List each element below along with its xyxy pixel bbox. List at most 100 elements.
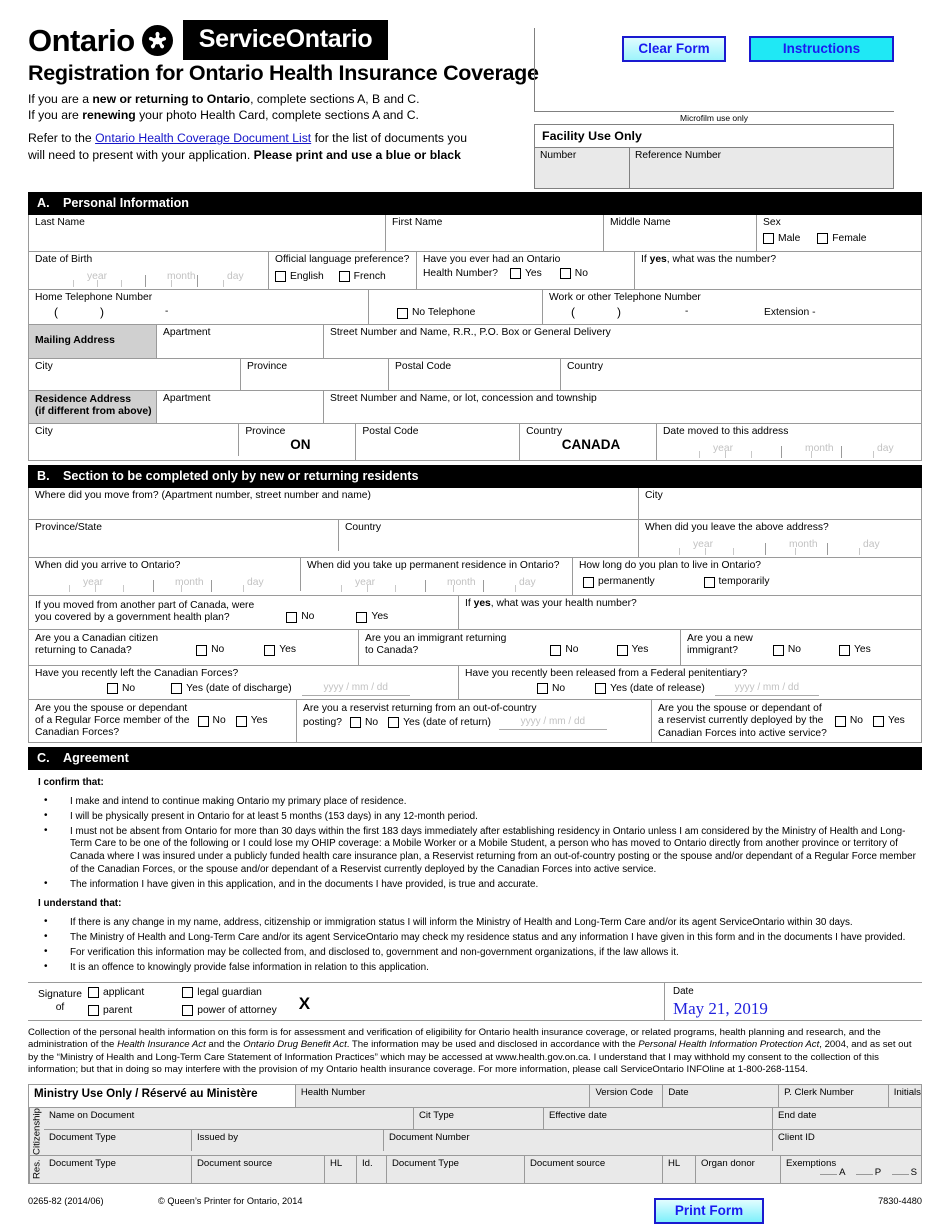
client-id-field[interactable]: Client ID — [773, 1130, 921, 1151]
new-immigrant-no-checkbox[interactable] — [772, 645, 784, 657]
english-checkbox[interactable] — [275, 271, 286, 283]
reservist-yes-option[interactable]: Yes (date of return) — [388, 717, 491, 730]
date-of-birth-field[interactable]: Date of Birth year month day — [29, 252, 269, 289]
clear-form-button[interactable]: Clear Form — [622, 36, 726, 62]
ministry-clerk-number[interactable]: P. Clerk Number — [779, 1085, 889, 1108]
spouse-reservist-no-checkbox[interactable] — [834, 715, 846, 727]
first-name-field[interactable]: First Name — [386, 215, 604, 251]
ministry-date[interactable]: Date — [663, 1085, 780, 1108]
res-document-type2-field[interactable]: Document Type — [387, 1156, 525, 1184]
ohip-no-option[interactable]: No — [559, 268, 588, 281]
mailing-street-field[interactable]: Street Number and Name, R.R., P.O. Box o… — [324, 325, 921, 358]
exemptions-field[interactable]: Exemptions A P S — [781, 1156, 921, 1183]
organ-donor-field[interactable]: Organ donor — [696, 1156, 781, 1184]
work-telephone-field[interactable]: Work or other Telephone Number ( ) - Ext… — [543, 290, 921, 324]
residence-street-field[interactable]: Street Number and Name, or lot, concessi… — [324, 391, 921, 423]
res-document-type-field[interactable]: Document Type — [44, 1156, 192, 1184]
reservist-no-checkbox[interactable] — [349, 717, 361, 729]
permanent-residence-field[interactable]: When did you take up permanent residence… — [301, 557, 573, 595]
sex-male-option[interactable]: Male — [763, 233, 800, 246]
spouse-reservist-yes-checkbox[interactable] — [873, 715, 885, 727]
last-name-field[interactable]: Last Name — [29, 215, 386, 251]
permanently-option[interactable]: permanently — [583, 576, 655, 589]
province-state-field[interactable]: Province/State — [29, 520, 339, 552]
power-of-attorney-checkbox[interactable] — [182, 1004, 194, 1016]
temporarily-option[interactable]: temporarily — [703, 576, 769, 589]
res-hl-field[interactable]: HL — [325, 1156, 357, 1184]
cit-document-type-field[interactable]: Document Type — [44, 1130, 192, 1152]
instructions-button[interactable]: Instructions — [749, 36, 894, 62]
ministry-initials[interactable]: Initials — [889, 1085, 921, 1107]
gov-plan-no-option[interactable]: No — [286, 611, 314, 624]
immigrant-ret-yes-checkbox[interactable] — [616, 645, 628, 657]
discharge-date-input[interactable]: yyyy / mm / dd — [301, 682, 410, 696]
res-document-source-field[interactable]: Document source — [192, 1156, 325, 1184]
no-telephone-field[interactable]: No Telephone — [369, 289, 543, 324]
legal-guardian-option[interactable]: legal guardian — [182, 986, 277, 998]
issued-by-field[interactable]: Issued by — [192, 1130, 384, 1152]
document-list-link[interactable]: Ontario Health Coverage Document List — [95, 131, 311, 145]
released-no-option[interactable]: No — [537, 683, 565, 696]
mailing-postal-field[interactable]: Postal Code — [389, 358, 561, 390]
left-forces-no-option[interactable]: No — [107, 683, 135, 696]
power-of-attorney-option[interactable]: power of attorney — [182, 1004, 277, 1016]
parent-checkbox[interactable] — [88, 1004, 99, 1016]
gov-plan-yes-checkbox[interactable] — [356, 611, 368, 623]
sex-female-option[interactable]: Female — [817, 233, 867, 246]
reservist-no-option[interactable]: No — [349, 717, 378, 730]
document-number-field[interactable]: Document Number — [384, 1130, 773, 1152]
french-checkbox[interactable] — [338, 271, 350, 283]
previous-plan-number-field[interactable]: If yes, what was your health number? — [459, 596, 921, 629]
reservist-yes-checkbox[interactable] — [388, 717, 400, 729]
release-date-input[interactable]: yyyy / mm / dd — [714, 682, 819, 696]
res-hl2-field[interactable]: HL — [663, 1156, 696, 1184]
gov-plan-no-checkbox[interactable] — [286, 611, 298, 623]
released-yes-checkbox[interactable] — [595, 683, 607, 695]
ohip-no-checkbox[interactable] — [559, 268, 571, 280]
immigrant-ret-no-option[interactable]: No — [550, 644, 579, 657]
print-form-button[interactable]: Print Form — [654, 1198, 764, 1224]
immigrant-ret-no-checkbox[interactable] — [550, 645, 562, 657]
released-no-checkbox[interactable] — [537, 683, 548, 695]
citizen-yes-option[interactable]: Yes — [264, 644, 296, 657]
move-from-city-field[interactable]: City — [639, 488, 921, 519]
home-telephone-field[interactable]: Home Telephone Number ( ) - — [29, 289, 369, 324]
name-on-document-field[interactable]: Name on Document — [44, 1108, 414, 1130]
return-date-input[interactable]: yyyy / mm / dd — [498, 716, 607, 730]
spouse-regular-yes-option[interactable]: Yes — [235, 715, 268, 728]
applicant-option[interactable]: applicant — [88, 986, 144, 998]
effective-date-field[interactable]: Effective date — [544, 1108, 773, 1130]
residence-postal-field[interactable]: Postal Code — [356, 423, 521, 461]
ohip-yes-option[interactable]: Yes — [509, 268, 542, 281]
spouse-regular-yes-checkbox[interactable] — [235, 715, 247, 727]
citizen-no-checkbox[interactable] — [196, 645, 208, 657]
facility-number-field[interactable]: Number — [535, 148, 630, 188]
left-forces-no-checkbox[interactable] — [107, 683, 118, 695]
released-yes-option[interactable]: Yes (date of release) — [595, 683, 705, 696]
date-moved-field[interactable]: Date moved to this address year month da… — [657, 424, 921, 461]
new-immigrant-no-option[interactable]: No — [772, 644, 801, 657]
immigrant-ret-yes-option[interactable]: Yes — [616, 644, 648, 657]
citizen-yes-checkbox[interactable] — [264, 645, 276, 657]
new-immigrant-yes-option[interactable]: Yes — [839, 644, 871, 657]
parent-option[interactable]: parent — [88, 1004, 144, 1016]
language-english-option[interactable]: English — [275, 271, 324, 284]
spouse-reservist-yes-option[interactable]: Yes — [873, 715, 905, 728]
res-id-field[interactable]: Id. — [357, 1156, 387, 1184]
left-forces-yes-option[interactable]: Yes (date of discharge) — [171, 683, 292, 696]
cit-type-field[interactable]: Cit Type — [414, 1108, 544, 1130]
mailing-country-field[interactable]: Country — [561, 359, 921, 390]
spouse-regular-no-checkbox[interactable] — [197, 715, 209, 727]
left-forces-yes-checkbox[interactable] — [171, 683, 183, 695]
permanently-checkbox[interactable] — [583, 577, 594, 589]
legal-guardian-checkbox[interactable] — [182, 986, 194, 998]
no-telephone-option[interactable]: No Telephone — [397, 307, 475, 320]
spouse-regular-no-option[interactable]: No — [197, 715, 226, 728]
previous-health-number-field[interactable]: If yes, what was the number? — [635, 252, 921, 289]
mailing-city-field[interactable]: City — [29, 358, 241, 390]
new-immigrant-yes-checkbox[interactable] — [839, 645, 850, 657]
move-from-field[interactable]: Where did you move from? (Apartment numb… — [29, 488, 639, 520]
language-french-option[interactable]: French — [338, 271, 386, 284]
ohip-yes-checkbox[interactable] — [509, 268, 521, 280]
when-arrive-field[interactable]: When did you arrive to Ontario? year mon… — [29, 557, 301, 593]
